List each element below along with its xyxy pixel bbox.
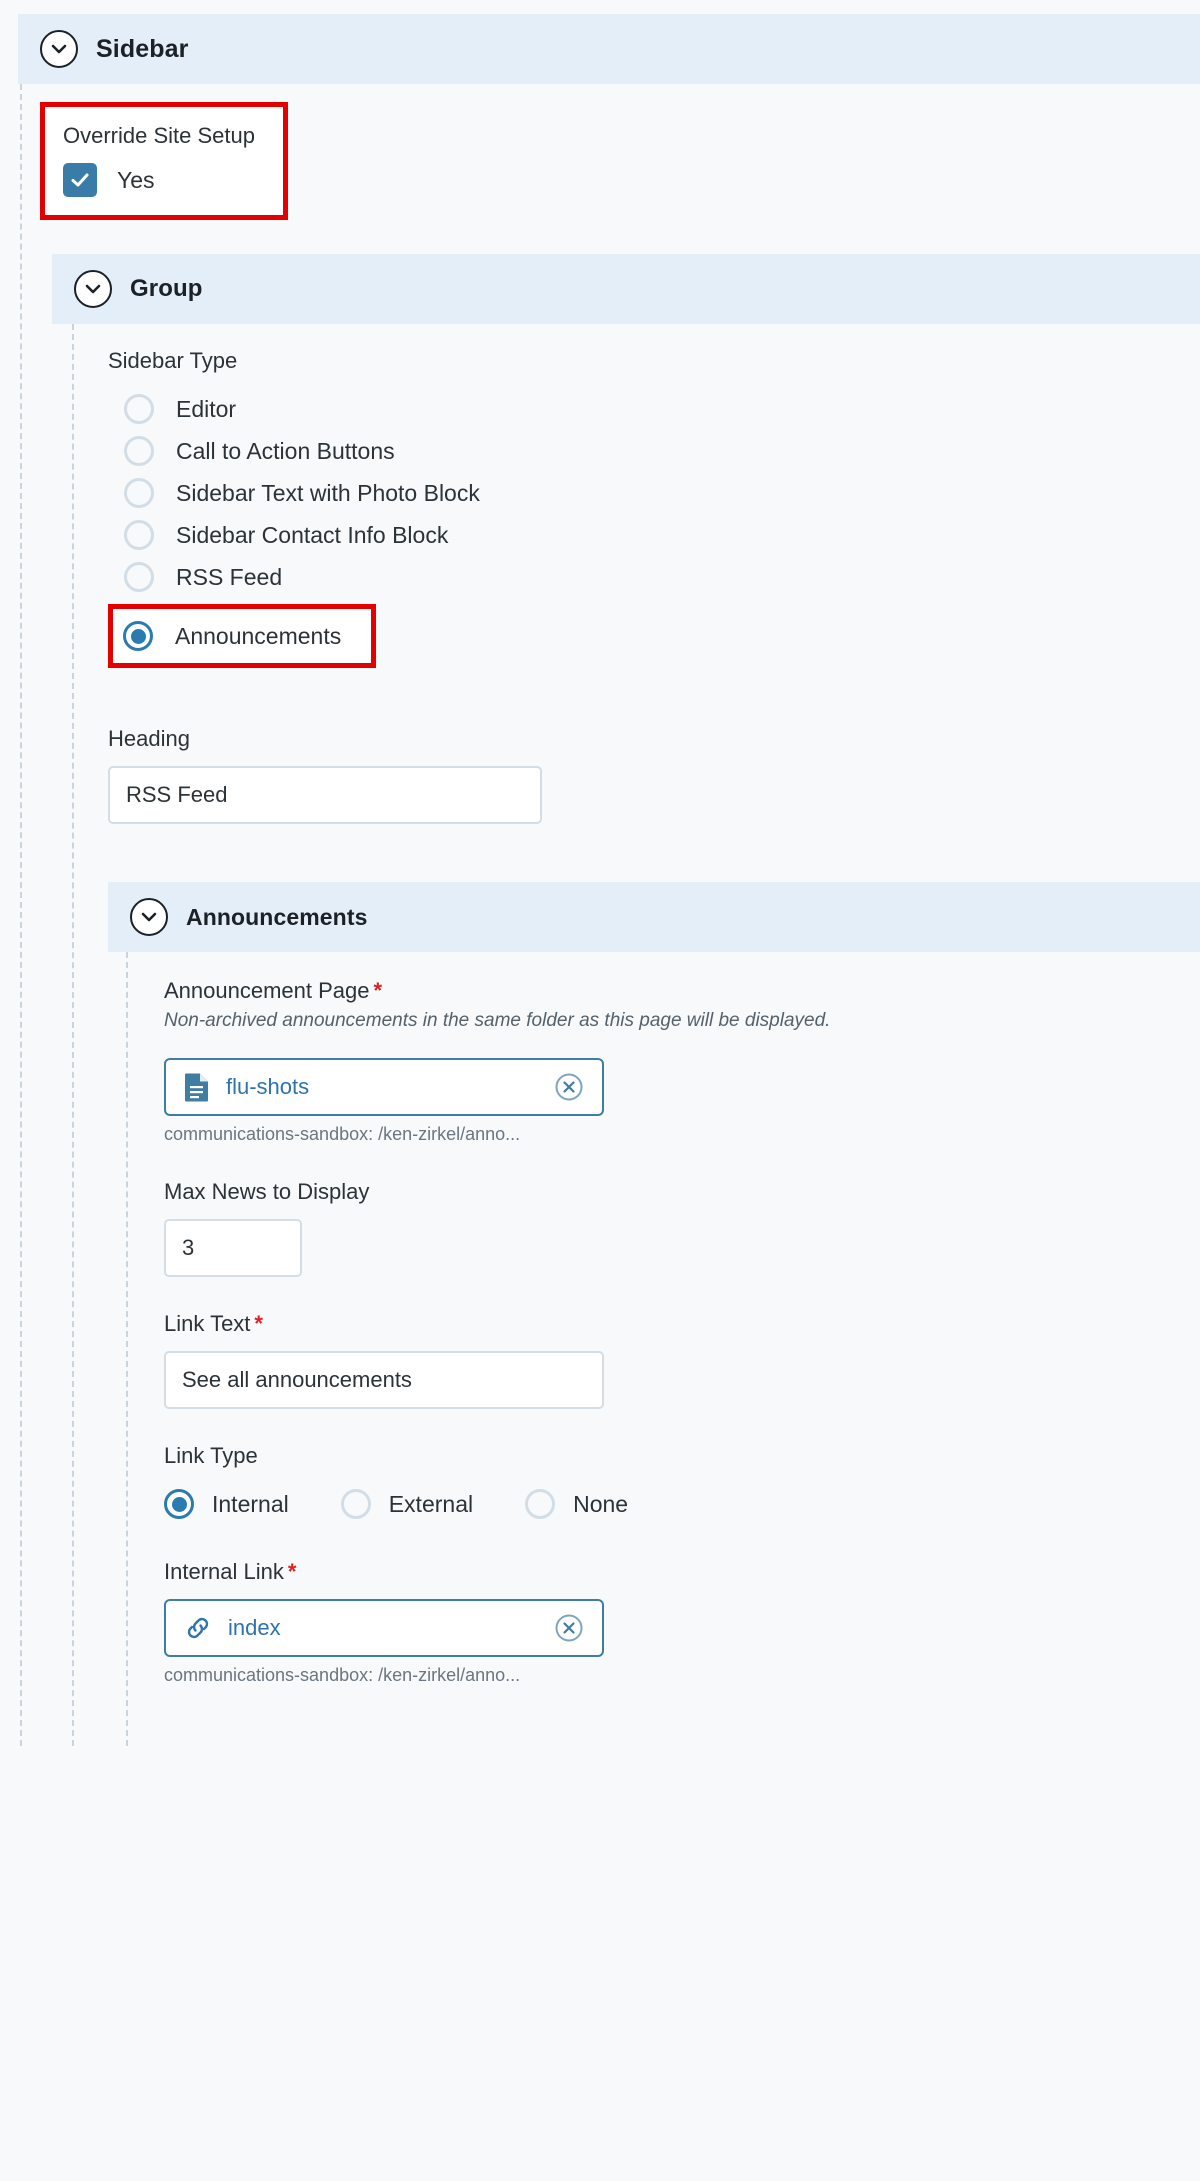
required-marker: *: [254, 1311, 263, 1336]
link-chain-icon: [184, 1614, 212, 1642]
radio-unselected-icon[interactable]: [124, 520, 154, 550]
radio-label: External: [388, 1490, 474, 1517]
radio-option-external[interactable]: External: [340, 1483, 474, 1525]
link-text-field: Link Text *: [164, 1311, 1200, 1409]
max-news-field: Max News to Display: [164, 1179, 1200, 1277]
override-site-setup-label: Override Site Setup: [63, 123, 255, 148]
override-site-setup-highlight: Override Site Setup Yes: [40, 102, 288, 220]
internal-link-path: communications-sandbox: /ken-zirkel/anno…: [164, 1665, 521, 1685]
chevron-down-icon[interactable]: [40, 30, 78, 68]
radio-unselected-icon[interactable]: [124, 478, 154, 508]
link-text-label: Link Text *: [164, 1311, 263, 1336]
internal-link-field: Internal Link * index communications-san…: [164, 1559, 1200, 1686]
sidebar-body: Override Site Setup Yes Group Sidebar Ty…: [20, 84, 1200, 1746]
radio-unselected-icon[interactable]: [124, 436, 154, 466]
radio-unselected-icon[interactable]: [124, 562, 154, 592]
radio-unselected-icon[interactable]: [340, 1489, 371, 1519]
heading-label: Heading: [108, 726, 190, 751]
link-type-radio-group[interactable]: Internal External None: [164, 1483, 1200, 1525]
internal-link-label: Internal Link *: [164, 1559, 297, 1584]
radio-label: Call to Action Buttons: [176, 437, 395, 464]
radio-label: RSS Feed: [176, 563, 283, 590]
internal-link-chip[interactable]: index: [164, 1599, 604, 1657]
max-news-label: Max News to Display: [164, 1179, 370, 1204]
radio-unselected-icon[interactable]: [525, 1489, 556, 1519]
link-type-field: Link Type Internal External None: [164, 1443, 1200, 1525]
announcements-body: Announcement Page * Non-archived announce…: [126, 952, 1200, 1746]
radio-option-sidebar-contact-info-block[interactable]: Sidebar Contact Info Block: [124, 514, 1200, 556]
page-document-icon: [184, 1072, 210, 1102]
radio-label: Sidebar Contact Info Block: [176, 521, 449, 548]
radio-label: None: [573, 1490, 629, 1517]
heading-field: Heading: [108, 726, 1200, 824]
max-news-input[interactable]: [164, 1219, 302, 1277]
panel-header-sidebar[interactable]: Sidebar: [18, 14, 1200, 84]
radio-option-announcements-highlight: Announcements: [108, 604, 377, 668]
clear-circle-x-icon[interactable]: [554, 1613, 584, 1643]
radio-label: Editor: [176, 395, 237, 422]
announcement-page-path: communications-sandbox: /ken-zirkel/anno…: [164, 1124, 521, 1144]
radio-selected-icon[interactable]: [164, 1489, 194, 1519]
chevron-down-icon[interactable]: [74, 270, 112, 308]
radio-option-sidebar-text-with-photo-block[interactable]: Sidebar Text with Photo Block: [124, 472, 1200, 514]
sidebar-type-field: Sidebar Type Editor Call to Action Butto…: [108, 348, 1200, 668]
panel-title-announcements: Announcements: [186, 903, 368, 930]
sidebar-type-radio-group[interactable]: Editor Call to Action Buttons Sidebar Te…: [108, 388, 1200, 668]
radio-unselected-icon[interactable]: [124, 394, 154, 424]
radio-option-rss-feed[interactable]: RSS Feed: [124, 556, 1200, 598]
panel-title-group: Group: [130, 275, 203, 302]
radio-selected-icon[interactable]: [123, 621, 153, 651]
sidebar-type-label: Sidebar Type: [108, 348, 238, 373]
announcement-page-chip-text: flu-shots: [226, 1074, 310, 1099]
link-text-input[interactable]: [164, 1351, 604, 1409]
checkbox-checked-icon[interactable]: [63, 163, 97, 197]
announcement-page-field: Announcement Page * Non-archived announce…: [164, 978, 1200, 1145]
required-marker: *: [287, 1559, 297, 1584]
radio-option-call-to-action-buttons[interactable]: Call to Action Buttons: [124, 430, 1200, 472]
group-body: Sidebar Type Editor Call to Action Butto…: [72, 324, 1200, 1746]
chevron-down-icon[interactable]: [130, 898, 168, 936]
radio-option-none[interactable]: None: [525, 1483, 628, 1525]
clear-circle-x-icon[interactable]: [554, 1072, 584, 1102]
override-site-setup-checkbox-row[interactable]: Yes: [63, 163, 255, 197]
internal-link-chip-text: index: [228, 1615, 281, 1640]
radio-option-editor[interactable]: Editor: [124, 388, 1200, 430]
radio-option-internal[interactable]: Internal: [164, 1483, 289, 1525]
panel-header-announcements[interactable]: Announcements: [108, 882, 1200, 952]
radio-label: Announcements: [175, 622, 342, 649]
override-site-setup-yes-label: Yes: [117, 166, 155, 193]
announcement-page-label: Announcement Page *: [164, 978, 383, 1003]
link-type-label: Link Type: [164, 1443, 258, 1468]
panel-title-sidebar: Sidebar: [96, 34, 189, 63]
radio-label: Sidebar Text with Photo Block: [176, 479, 480, 506]
required-marker: *: [373, 978, 383, 1003]
radio-label: Internal: [212, 1490, 289, 1517]
announcement-page-helper-text: Non-archived announcements in the same f…: [164, 1010, 831, 1031]
radio-option-announcements[interactable]: Announcements: [123, 615, 341, 657]
heading-input[interactable]: [108, 766, 542, 824]
announcement-page-chip[interactable]: flu-shots: [164, 1058, 604, 1116]
panel-header-group[interactable]: Group: [52, 254, 1200, 324]
